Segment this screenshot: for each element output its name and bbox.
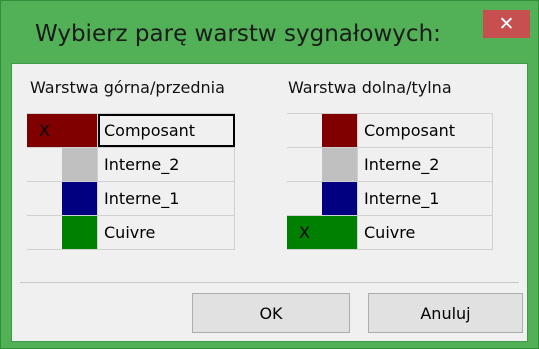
top-layer-name[interactable]: Cuivre xyxy=(98,216,235,249)
title-bar: Wybierz parę warstw sygnałowych: ✕ xyxy=(1,1,538,61)
layer-pair-dialog: Wybierz parę warstw sygnałowych: ✕ Warst… xyxy=(0,0,539,349)
bottom-layer-name[interactable]: Cuivre xyxy=(358,216,493,249)
dialog-body: Warstwa górna/przednia Warstwa dolna/tyl… xyxy=(11,63,528,342)
bottom-layer-row-cuivre[interactable]: X Cuivre xyxy=(287,216,493,250)
bottom-layer-row-interne-2[interactable]: Interne_2 xyxy=(287,148,493,182)
separator xyxy=(20,282,519,283)
ok-button[interactable]: OK xyxy=(192,293,350,333)
close-button[interactable]: ✕ xyxy=(483,10,530,38)
bottom-layer-name[interactable]: Composant xyxy=(358,114,493,147)
top-layer-name[interactable]: Interne_2 xyxy=(98,148,235,181)
bottom-layer-color-swatch xyxy=(322,148,358,181)
bottom-layer-row-interne-1[interactable]: Interne_1 xyxy=(287,182,493,216)
bottom-layer-mark-cell[interactable]: X xyxy=(287,216,322,249)
bottom-layer-mark-cell[interactable] xyxy=(287,148,322,181)
bottom-layers-list: Composant Interne_2 Interne_1 X Cuivre xyxy=(287,113,493,250)
top-layer-row-composant[interactable]: X Composant xyxy=(27,114,235,148)
top-layer-name[interactable]: Interne_1 xyxy=(98,182,235,215)
top-layer-color-swatch xyxy=(62,114,98,147)
bottom-layer-color-swatch xyxy=(322,114,358,147)
top-layer-row-interne-1[interactable]: Interne_1 xyxy=(27,182,235,216)
dialog-title: Wybierz parę warstw sygnałowych: xyxy=(35,21,441,47)
top-layer-mark-cell[interactable] xyxy=(27,182,62,215)
top-layer-mark-cell[interactable]: X xyxy=(27,114,62,147)
bottom-layer-mark-cell[interactable] xyxy=(287,182,322,215)
cancel-button[interactable]: Anuluj xyxy=(368,293,523,333)
bottom-layer-mark-cell[interactable] xyxy=(287,114,322,147)
top-layer-row-cuivre[interactable]: Cuivre xyxy=(27,216,235,250)
top-layer-mark-cell[interactable] xyxy=(27,216,62,249)
top-layer-color-swatch xyxy=(62,148,98,181)
bottom-layer-row-composant[interactable]: Composant xyxy=(287,114,493,148)
top-layer-row-interne-2[interactable]: Interne_2 xyxy=(27,148,235,182)
top-layer-name[interactable]: Composant xyxy=(98,114,235,147)
bottom-layer-color-swatch xyxy=(322,216,358,249)
bottom-layers-heading: Warstwa dolna/tylna xyxy=(288,78,452,97)
bottom-layer-color-swatch xyxy=(322,182,358,215)
top-layers-heading: Warstwa górna/przednia xyxy=(30,78,225,97)
top-layers-list: X Composant Interne_2 Interne_1 Cuivre xyxy=(27,113,235,250)
top-layer-mark-cell[interactable] xyxy=(27,148,62,181)
top-layer-color-swatch xyxy=(62,216,98,249)
close-icon: ✕ xyxy=(498,13,515,35)
top-layer-color-swatch xyxy=(62,182,98,215)
bottom-layer-name[interactable]: Interne_1 xyxy=(358,182,493,215)
bottom-layer-name[interactable]: Interne_2 xyxy=(358,148,493,181)
